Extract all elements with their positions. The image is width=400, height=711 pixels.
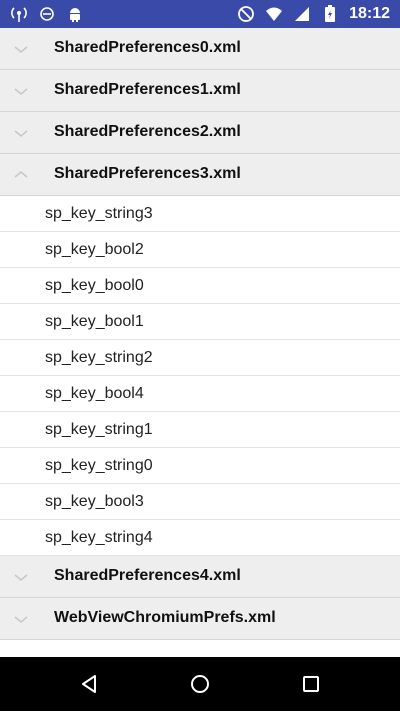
pref-key-label: sp_key_bool2 xyxy=(45,241,144,258)
pref-key-label: sp_key_string2 xyxy=(45,349,153,366)
home-icon[interactable] xyxy=(188,672,212,696)
status-right-icons: 18:12 xyxy=(237,4,390,24)
back-icon[interactable] xyxy=(77,672,101,696)
list-item[interactable]: sp_key_string2 xyxy=(0,340,400,376)
group-header-sharedpreferences2[interactable]: SharedPreferences2.xml xyxy=(0,112,400,154)
recents-icon[interactable] xyxy=(299,672,323,696)
pref-key-label: sp_key_string3 xyxy=(45,205,153,222)
chevron-down-icon xyxy=(12,40,30,58)
no-disturb-icon xyxy=(237,5,255,23)
list-item[interactable]: sp_key_string3 xyxy=(0,196,400,232)
list-item[interactable]: sp_key_bool2 xyxy=(0,232,400,268)
android-icon xyxy=(66,5,84,23)
navigation-bar xyxy=(0,657,400,711)
group-title: WebViewChromiumPrefs.xml xyxy=(54,609,276,626)
battery-charging-icon xyxy=(321,5,339,23)
status-time: 18:12 xyxy=(349,5,390,22)
group-header-webviewchromiumprefs[interactable]: WebViewChromiumPrefs.xml xyxy=(0,598,400,640)
hand-icon xyxy=(38,5,56,23)
pref-key-label: sp_key_bool4 xyxy=(45,385,144,402)
status-bar: 18:12 xyxy=(0,0,400,28)
pref-key-label: sp_key_string1 xyxy=(45,421,153,438)
pref-key-label: sp_key_bool3 xyxy=(45,493,144,510)
signal-icon xyxy=(293,5,311,23)
list-item[interactable]: sp_key_string0 xyxy=(0,448,400,484)
wifi-broadcast-icon xyxy=(10,5,28,23)
pref-key-label: sp_key_string4 xyxy=(45,529,153,546)
list-item[interactable]: sp_key_string4 xyxy=(0,520,400,556)
chevron-down-icon xyxy=(12,610,30,628)
status-left-icons xyxy=(10,4,84,24)
pref-key-label: sp_key_bool1 xyxy=(45,313,144,330)
list-item[interactable]: sp_key_bool0 xyxy=(0,268,400,304)
pref-key-label: sp_key_string0 xyxy=(45,457,153,474)
wifi-icon xyxy=(265,5,283,23)
group-header-sharedpreferences1[interactable]: SharedPreferences1.xml xyxy=(0,70,400,112)
list-item[interactable]: sp_key_bool1 xyxy=(0,304,400,340)
chevron-down-icon xyxy=(12,82,30,100)
chevron-down-icon xyxy=(12,124,30,142)
chevron-down-icon xyxy=(12,568,30,586)
list-item[interactable]: sp_key_bool4 xyxy=(0,376,400,412)
pref-key-label: sp_key_bool0 xyxy=(45,277,144,294)
group-title: SharedPreferences1.xml xyxy=(54,81,241,98)
preferences-list: SharedPreferences0.xml SharedPreferences… xyxy=(0,28,400,657)
group-title: SharedPreferences0.xml xyxy=(54,39,241,56)
group-header-sharedpreferences3[interactable]: SharedPreferences3.xml xyxy=(0,154,400,196)
group-title: SharedPreferences3.xml xyxy=(54,165,241,182)
list-item[interactable]: sp_key_bool3 xyxy=(0,484,400,520)
list-item[interactable]: sp_key_string1 xyxy=(0,412,400,448)
group-title: SharedPreferences2.xml xyxy=(54,123,241,140)
chevron-up-icon xyxy=(12,166,30,184)
group-header-sharedpreferences0[interactable]: SharedPreferences0.xml xyxy=(0,28,400,70)
group-title: SharedPreferences4.xml xyxy=(54,567,241,584)
group-header-sharedpreferences4[interactable]: SharedPreferences4.xml xyxy=(0,556,400,598)
